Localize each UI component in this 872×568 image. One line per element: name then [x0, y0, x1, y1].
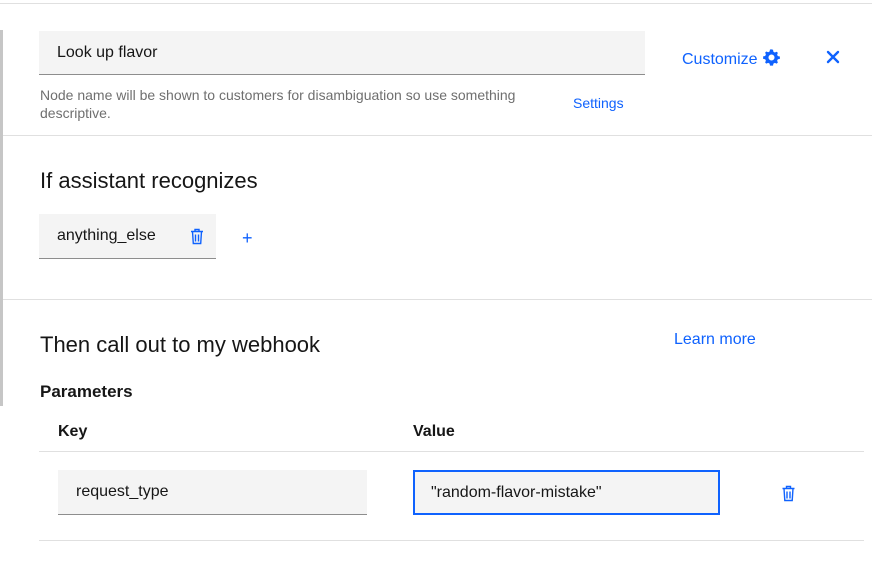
- node-name-helper-text: Node name will be shown to customers for…: [40, 87, 516, 121]
- table-header-divider: [39, 451, 864, 452]
- customize-label: Customize: [682, 51, 758, 68]
- key-column-header: Key: [58, 423, 88, 440]
- condition-chip-label: anything_else: [57, 227, 156, 244]
- section-divider: [3, 135, 872, 136]
- section-divider: [3, 299, 872, 300]
- table-row-divider: [39, 540, 864, 541]
- settings-link[interactable]: Settings: [573, 95, 624, 111]
- parameter-value-input[interactable]: [413, 470, 720, 515]
- webhook-title: Then call out to my webhook: [40, 332, 321, 357]
- delete-parameter-icon[interactable]: [781, 485, 796, 502]
- parameters-label: Parameters: [40, 382, 133, 401]
- condition-chip[interactable]: anything_else: [39, 214, 216, 259]
- add-condition-button[interactable]: +: [242, 228, 253, 249]
- close-icon[interactable]: [824, 48, 842, 66]
- gear-icon: [762, 48, 781, 72]
- trash-icon[interactable]: [190, 228, 204, 245]
- panel-edge: [0, 30, 3, 406]
- customize-button[interactable]: Customize: [682, 48, 781, 72]
- condition-title: If assistant recognizes: [40, 168, 258, 193]
- value-column-header: Value: [413, 423, 455, 440]
- top-divider: [0, 3, 872, 4]
- node-name-input[interactable]: [39, 31, 645, 75]
- learn-more-link[interactable]: Learn more: [674, 331, 756, 349]
- parameter-key-input[interactable]: [58, 470, 367, 515]
